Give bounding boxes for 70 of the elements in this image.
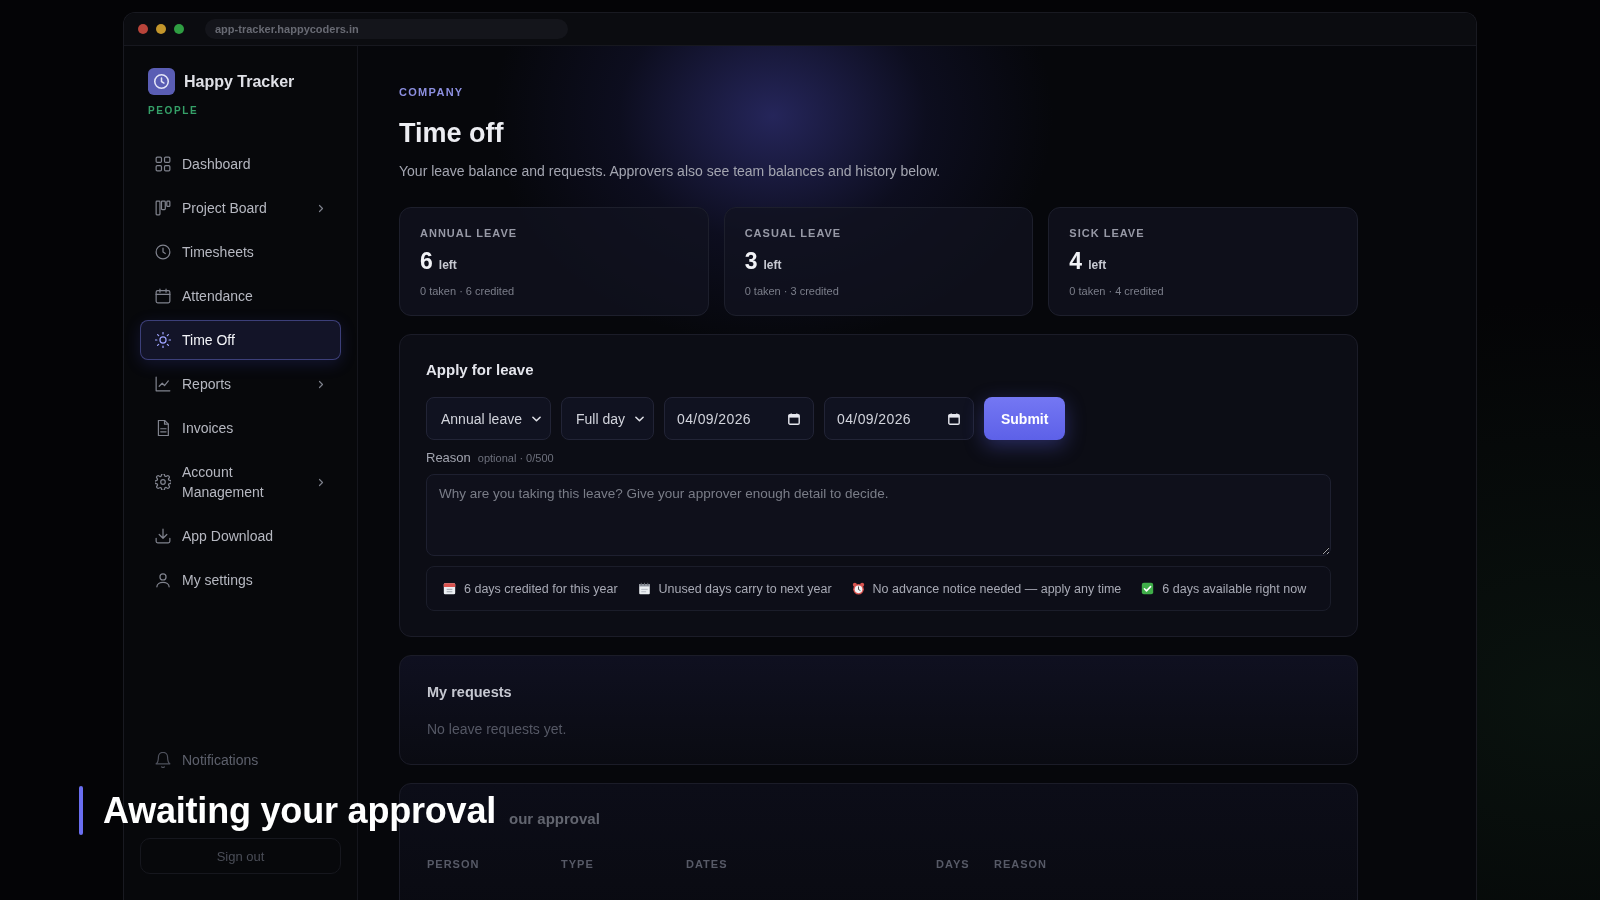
- download-icon: [155, 528, 171, 544]
- info-text: 6 days available right now: [1162, 581, 1307, 596]
- card-title: My requests: [427, 683, 513, 702]
- clock-icon: [155, 244, 171, 260]
- bell-icon: [155, 752, 171, 768]
- balance-label: CASUAL LEAVE: [744, 226, 843, 240]
- accent-bar: [79, 786, 83, 835]
- reason-field[interactable]: Why are you taking this leave? Give your approver enough detail to decide.: [426, 474, 1331, 556]
- column-header: REASON: [994, 857, 1049, 871]
- app-name: Happy Tracker: [184, 72, 295, 91]
- caption-text: Awaiting your approval: [103, 789, 496, 833]
- nav-item[interactable]: Account Management: [140, 452, 341, 512]
- nav-item[interactable]: Time Off: [140, 320, 341, 360]
- balance-unit: left: [1088, 258, 1107, 272]
- board-icon: [155, 200, 171, 216]
- column-header: TYPE: [561, 857, 595, 871]
- date-field[interactable]: 04/09/2026: [664, 397, 814, 440]
- check-icon: [1141, 582, 1155, 595]
- column-header: DAYS: [936, 857, 971, 871]
- notepad-icon: [637, 582, 651, 595]
- balance-count: 6: [420, 248, 433, 275]
- info-text: No advance notice needed — apply any time: [872, 581, 1122, 596]
- info-text: Unused days carry to next year: [658, 581, 832, 596]
- calendar-icon: [948, 412, 960, 425]
- nav-item[interactable]: Invoices: [140, 408, 341, 448]
- alarm-clock-icon: [851, 582, 865, 595]
- submit-button[interactable]: Submit: [984, 397, 1066, 440]
- clock-logo-icon: [148, 68, 175, 95]
- dropdown[interactable]: Full day: [560, 397, 654, 440]
- dropdown[interactable]: Annual leave: [426, 397, 551, 440]
- user-icon: [155, 572, 171, 588]
- balance-count: 4: [1069, 248, 1083, 275]
- page-title: Time off: [399, 117, 505, 149]
- balance-unit: left: [763, 258, 782, 272]
- balance-count: 3: [744, 248, 758, 275]
- settings-icon: [155, 474, 171, 490]
- calendar-icon: [443, 582, 456, 595]
- balance-detail: 0 taken · 4 credited: [1069, 284, 1165, 298]
- card-title: our approval: [509, 809, 601, 829]
- calendar-icon: [788, 412, 800, 425]
- nav-item[interactable]: Dashboard: [140, 144, 341, 184]
- balance-unit: left: [438, 258, 457, 272]
- reason-label: Reason: [426, 450, 471, 466]
- nav-item[interactable]: Project Board: [140, 188, 341, 228]
- sun-icon: [155, 332, 171, 348]
- date-field[interactable]: 04/09/2026: [824, 397, 974, 440]
- section-label: PEOPLE: [148, 105, 200, 116]
- nav-item[interactable]: Timesheets: [140, 232, 341, 272]
- balance-label: ANNUAL LEAVE: [420, 226, 519, 240]
- nav-item[interactable]: App Download: [140, 516, 341, 556]
- column-header: DATES: [686, 857, 729, 871]
- balance-detail: 0 taken · 6 credited: [420, 284, 516, 298]
- document-icon: [155, 420, 171, 436]
- page-subtitle: Your leave balance and requests. Approvers also see team balances and history below.: [399, 162, 942, 181]
- balance-label: SICK LEAVE: [1069, 226, 1146, 240]
- caret-icon: [635, 415, 644, 422]
- caret-icon: [531, 415, 541, 422]
- nav-item[interactable]: Attendance: [140, 276, 341, 316]
- info-text: 6 days credited for this year: [464, 581, 618, 596]
- empty-state-text: No leave requests yet.: [427, 720, 568, 739]
- balance-detail: 0 taken · 3 credited: [744, 284, 840, 298]
- nav-item[interactable]: My settings: [140, 560, 341, 600]
- hint-text: optional · 0/500: [477, 451, 554, 466]
- card-title: Apply for leave: [426, 360, 535, 380]
- grid-icon: [155, 156, 171, 172]
- calendar-icon: [155, 288, 171, 304]
- column-header: PERSON: [427, 857, 481, 871]
- line-chart-icon: [155, 376, 171, 392]
- section-eyebrow: COMPANY: [399, 85, 465, 99]
- nav-item[interactable]: Reports: [140, 364, 341, 404]
